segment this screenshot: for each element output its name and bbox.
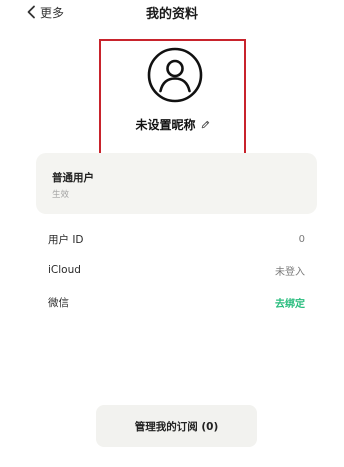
default-user-avatar-icon[interactable] bbox=[147, 47, 203, 103]
manage-subscription-button[interactable]: 管理我的订阅 (0) bbox=[96, 405, 257, 447]
wechat-label: 微信 bbox=[48, 296, 69, 309]
page-title: 我的资料 bbox=[145, 7, 198, 22]
nickname-row[interactable]: 未设置昵称 bbox=[101, 115, 244, 133]
membership-card[interactable]: 普通用户 生效 bbox=[36, 153, 317, 214]
user-id-label: 用户 ID bbox=[48, 233, 84, 246]
icloud-label: iCloud bbox=[48, 264, 81, 276]
icloud-row[interactable]: iCloud 未登入 bbox=[48, 261, 305, 279]
wechat-row: 微信 去绑定 bbox=[48, 293, 305, 311]
membership-level: 普通用户 bbox=[52, 172, 94, 184]
my-profile-screen: 更多 我的资料 未设置昵称 普通用户 生效 用户 ID 0 iCloud 未登入… bbox=[0, 0, 344, 467]
membership-status: 生效 bbox=[52, 190, 70, 200]
pencil-icon[interactable] bbox=[201, 120, 210, 129]
wechat-bind-link[interactable]: 去绑定 bbox=[275, 295, 305, 310]
profile-header-highlight: 未设置昵称 bbox=[99, 39, 246, 156]
user-id-value: 0 bbox=[298, 233, 305, 245]
user-id-row: 用户 ID 0 bbox=[48, 230, 305, 248]
nickname: 未设置昵称 bbox=[135, 117, 196, 132]
icloud-status: 未登入 bbox=[275, 266, 305, 278]
